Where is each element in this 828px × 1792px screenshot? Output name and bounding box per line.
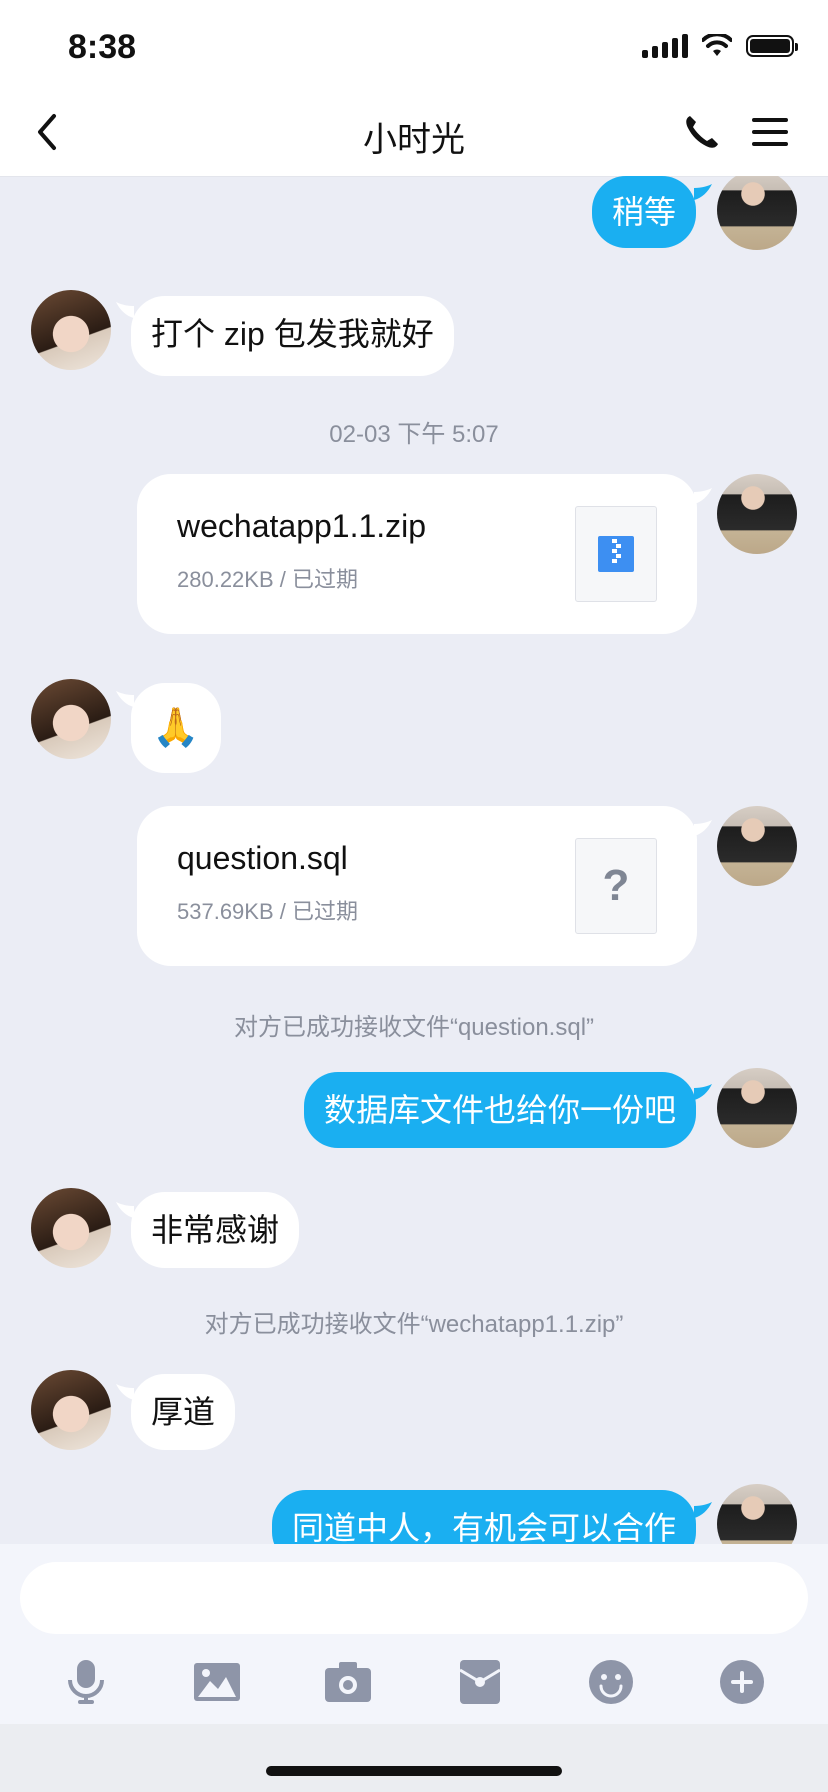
incoming-message-bubble[interactable]: 打个 zip 包发我就好 <box>131 296 454 376</box>
status-time: 8:38 <box>68 28 137 66</box>
message-list[interactable]: 稍等 打个 zip 包发我就好 02-03 下午 5:07 wechatapp1… <box>0 176 828 1544</box>
phone-icon[interactable] <box>680 110 724 154</box>
wifi-icon <box>702 34 732 56</box>
chat-header: 小时光 <box>0 88 828 177</box>
system-notice: 对方已成功接收文件“wechatapp1.1.zip” <box>204 1311 624 1338</box>
home-area <box>0 1724 828 1792</box>
input-toolbar <box>0 1652 828 1712</box>
avatar[interactable] <box>717 806 797 886</box>
incoming-message-bubble[interactable]: 非常感谢 <box>131 1192 300 1268</box>
bubble-tail <box>116 302 134 318</box>
image-icon[interactable] <box>187 1652 247 1712</box>
file-message-card[interactable]: question.sql 537.69KB / 已过期 ? <box>137 806 697 966</box>
plus-icon[interactable] <box>712 1652 772 1712</box>
file-name: wechatapp1.1.zip <box>177 508 427 544</box>
zip-file-icon <box>575 506 657 602</box>
battery-icon <box>746 35 798 57</box>
avatar[interactable] <box>31 1370 111 1450</box>
incoming-message-bubble[interactable]: 厚道 <box>131 1374 236 1450</box>
outgoing-message-bubble[interactable]: 稍等 <box>591 176 696 248</box>
avatar[interactable] <box>717 1484 797 1544</box>
emoji-icon[interactable] <box>581 1652 641 1712</box>
avatar[interactable] <box>31 1188 111 1268</box>
bubble-tail <box>694 1084 712 1100</box>
avatar[interactable] <box>31 290 111 370</box>
file-name: question.sql <box>177 840 348 876</box>
outgoing-message-bubble[interactable]: 同道中人，有机会可以合作 <box>271 1490 696 1544</box>
menu-icon[interactable] <box>748 110 792 154</box>
avatar[interactable] <box>717 176 797 250</box>
home-indicator[interactable] <box>266 1766 562 1776</box>
avatar[interactable] <box>717 474 797 554</box>
status-icons <box>642 34 798 58</box>
file-message-card[interactable]: wechatapp1.1.zip 280.22KB / 已过期 <box>137 474 697 634</box>
microphone-icon[interactable] <box>56 1652 116 1712</box>
avatar[interactable] <box>717 1068 797 1148</box>
bubble-tail <box>116 691 134 707</box>
red-packet-icon[interactable] <box>450 1652 510 1712</box>
unknown-file-icon: ? <box>575 838 657 934</box>
file-meta: 537.69KB / 已过期 <box>177 899 358 924</box>
incoming-emoji-bubble[interactable]: 🙏 <box>131 683 221 773</box>
outgoing-message-bubble[interactable]: 数据库文件也给你一份吧 <box>303 1072 696 1148</box>
system-notice: 对方已成功接收文件“question.sql” <box>233 1014 595 1041</box>
status-bar: 8:38 <box>0 0 828 88</box>
timestamp: 02-03 下午 5:07 <box>329 421 499 448</box>
bubble-tail <box>694 184 712 200</box>
camera-icon[interactable] <box>318 1652 378 1712</box>
avatar[interactable] <box>31 679 111 759</box>
file-meta: 280.22KB / 已过期 <box>177 567 358 592</box>
file-type-glyph: ? <box>602 861 630 910</box>
bubble-tail <box>694 820 712 836</box>
bubble-tail <box>694 1502 712 1518</box>
message-input[interactable] <box>20 1562 808 1634</box>
cellular-signal-icon <box>642 34 688 58</box>
bubble-tail <box>694 488 712 504</box>
input-bar <box>0 1544 828 1724</box>
